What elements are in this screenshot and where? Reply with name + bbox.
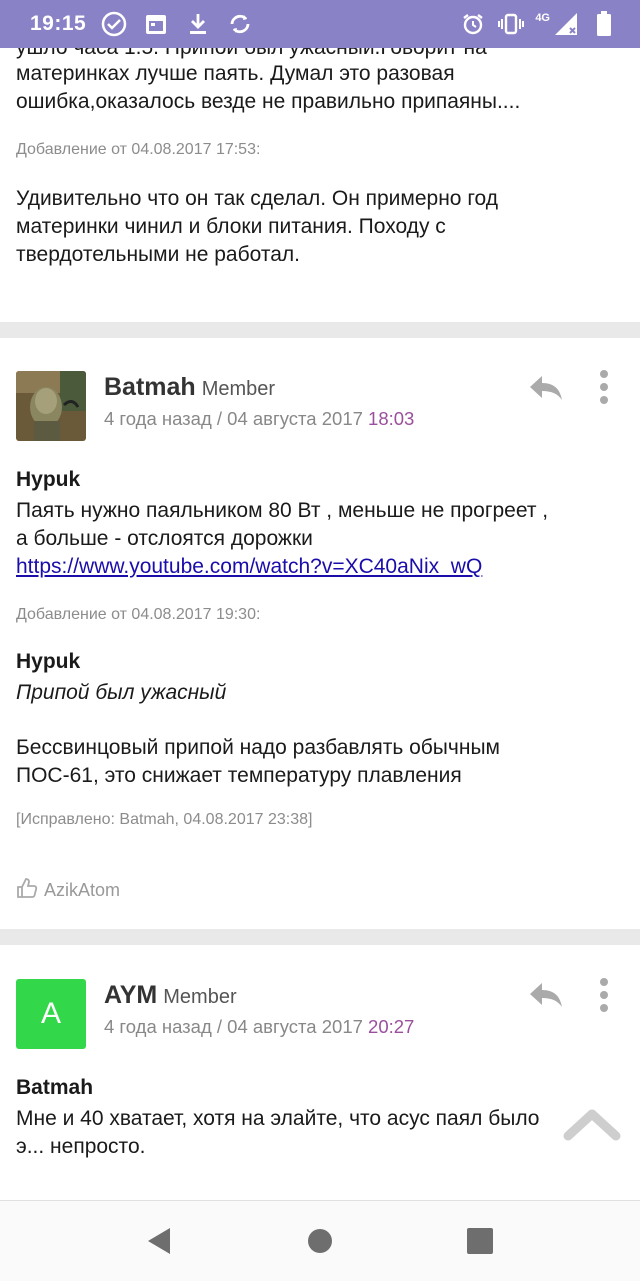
prev-post-line: материнках лучше паять. Думал это разова…	[16, 62, 455, 85]
status-time: 19:15	[30, 12, 87, 35]
quote-text: Припой был ужасный	[16, 681, 227, 704]
post-separator	[0, 322, 640, 338]
quote-author[interactable]: Hypuk	[16, 468, 80, 492]
calendar-icon	[142, 10, 170, 38]
check-circle-icon	[100, 10, 128, 38]
post-author[interactable]: AYM Member	[104, 981, 237, 1010]
youtube-link[interactable]: https://www.youtube.com/watch?v=XC40aNix…	[16, 555, 482, 578]
alarm-icon	[459, 10, 487, 38]
post-text-line: Паять нужно паяльником 80 Вт , меньше не…	[16, 499, 549, 522]
likes-user[interactable]: AzikAtom	[44, 880, 120, 901]
post-time: 18:03	[368, 408, 415, 429]
post-author[interactable]: Batmah Member	[104, 373, 275, 402]
author-role: Member	[201, 378, 276, 400]
post-separator	[0, 929, 640, 945]
home-icon[interactable]	[304, 1225, 336, 1257]
recents-icon[interactable]	[464, 1225, 496, 1257]
prev-post-text-line: Удивительно что он так сделал. Он пример…	[16, 187, 498, 210]
meta-separator: /	[216, 1016, 223, 1037]
post-date: 04 августа 2017	[227, 1016, 363, 1037]
relative-time: 4 года назад	[104, 408, 212, 429]
prev-post-text-line: материнки чинил и блоки питания. Походу …	[16, 215, 446, 238]
quote-author[interactable]: Batmah	[16, 1076, 93, 1100]
relative-time: 4 года назад	[104, 1016, 212, 1037]
author-name[interactable]: Batmah	[104, 373, 196, 401]
signal-icon	[552, 10, 580, 38]
vibrate-icon	[497, 10, 525, 38]
post-text-line: ПОС-61, это снижает температуру плавлени…	[16, 764, 462, 787]
thumbs-up-icon[interactable]	[16, 877, 38, 904]
author-role: Member	[163, 986, 237, 1008]
status-bar: 19:15 4G	[0, 0, 640, 48]
author-name[interactable]: AYM	[104, 981, 157, 1009]
sync-icon	[226, 10, 254, 38]
post-time: 20:27	[368, 1016, 415, 1037]
thread-content[interactable]: ушло часа 1.5. Припой был ужасный.Говори…	[0, 48, 640, 1200]
reply-icon[interactable]	[526, 372, 566, 404]
battery-icon	[590, 10, 618, 38]
edited-note: [Исправлено: Batmah, 04.08.2017 23:38]	[16, 811, 313, 828]
post-text-line: Бессвинцовый припой надо разбавлять обыч…	[16, 736, 500, 759]
edit-note: Добавление от 04.08.2017 19:30:	[16, 606, 261, 623]
prev-post-line: ошибка,оказалось везде не правильно прип…	[16, 90, 521, 113]
download-icon	[184, 10, 212, 38]
post-meta: 4 года назад / 04 августа 2017 20:27	[104, 1016, 414, 1038]
quote-author[interactable]: Hypuk	[16, 650, 80, 674]
more-options-icon[interactable]	[592, 976, 616, 1016]
avatar[interactable]: A	[16, 979, 86, 1049]
prev-post-text-line: твердотельными не работал.	[16, 243, 301, 266]
reply-icon[interactable]	[526, 979, 566, 1011]
edit-note: Добавление от 04.08.2017 17:53:	[16, 141, 261, 158]
back-icon[interactable]	[144, 1225, 176, 1257]
avatar[interactable]	[16, 371, 86, 441]
post-text-line: а больше - отслоятся дорожки	[16, 527, 313, 550]
scroll-top-button[interactable]	[562, 1104, 622, 1144]
meta-separator: /	[216, 408, 223, 429]
post-text-line: э... непросто.	[16, 1135, 146, 1158]
network-type: 4G	[535, 12, 550, 24]
post-meta: 4 года назад / 04 августа 2017 18:03	[104, 408, 414, 430]
more-options-icon[interactable]	[592, 368, 616, 408]
likes-row[interactable]: AzikAtom	[16, 877, 120, 904]
post-date: 04 августа 2017	[227, 408, 363, 429]
navigation-bar	[0, 1200, 640, 1281]
post-link-line: https://www.youtube.com/watch?v=XC40aNix…	[16, 553, 482, 582]
post-text-line: Мне и 40 хватает, хотя на элайте, что ас…	[16, 1107, 540, 1130]
